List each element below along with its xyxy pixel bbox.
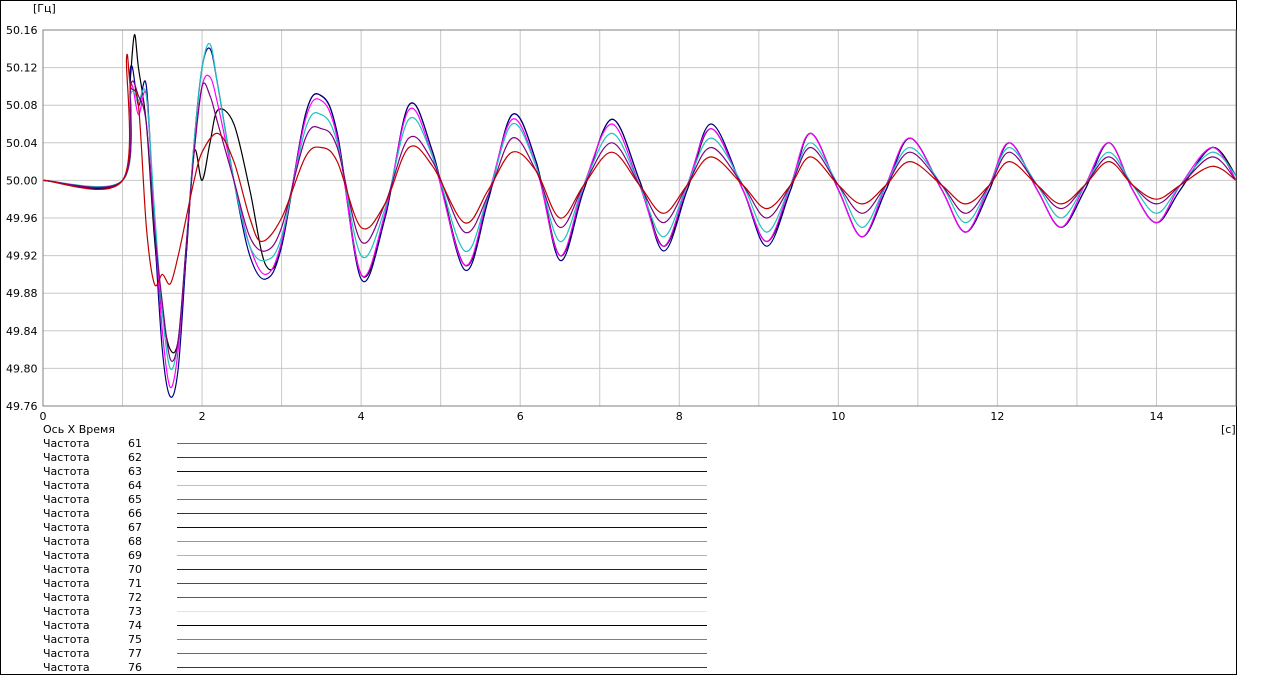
x-tick-label: 10 xyxy=(831,410,845,423)
legend-label: Частота xyxy=(43,521,90,534)
legend-swatch xyxy=(177,457,707,458)
x-axis-title: Ось X Время xyxy=(43,423,115,436)
legend-item: Частота 74 xyxy=(43,619,723,633)
legend-item: Частота 68 xyxy=(43,535,723,549)
legend-item: Частота 61 xyxy=(43,437,723,451)
legend-swatch xyxy=(177,485,707,486)
legend-swatch xyxy=(177,611,707,612)
y-tick-label: 50.04 xyxy=(6,137,38,150)
legend-label: Частота xyxy=(43,577,90,590)
legend-item: Частота 69 xyxy=(43,549,723,563)
legend-number: 64 xyxy=(128,479,142,492)
x-tick-label: 2 xyxy=(199,410,206,423)
legend-label: Частота xyxy=(43,661,90,674)
legend-swatch xyxy=(177,639,707,640)
legend-label: Частота xyxy=(43,437,90,450)
legend-item: Частота 75 xyxy=(43,633,723,647)
legend-number: 73 xyxy=(128,605,142,618)
legend-swatch xyxy=(177,471,707,472)
legend-swatch xyxy=(177,583,707,584)
legend-label: Частота xyxy=(43,479,90,492)
legend-item: Частота 66 xyxy=(43,507,723,521)
legend-label: Частота xyxy=(43,535,90,548)
legend-item: Частота 76 xyxy=(43,661,723,675)
legend-item: Частота 62 xyxy=(43,451,723,465)
y-tick-label: 50.12 xyxy=(6,62,38,75)
legend: Частота 61 Частота 62 Частота 63 Частота 64 Част… xyxy=(43,437,723,675)
legend-label: Частота xyxy=(43,451,90,464)
x-tick-label: 8 xyxy=(676,410,683,423)
legend-label: Частота xyxy=(43,591,90,604)
x-tick-label: 14 xyxy=(1149,410,1163,423)
legend-swatch xyxy=(177,541,707,542)
legend-item: Частота 63 xyxy=(43,465,723,479)
legend-label: Частота xyxy=(43,507,90,520)
series-line xyxy=(42,47,1237,398)
legend-number: 71 xyxy=(128,577,142,590)
x-tick-label: 6 xyxy=(517,410,524,423)
legend-swatch xyxy=(177,625,707,626)
y-tick-label: 49.80 xyxy=(6,362,38,375)
y-tick-label: 49.96 xyxy=(6,212,38,225)
x-tick-label: 4 xyxy=(358,410,365,423)
y-tick-label: 49.84 xyxy=(6,325,38,338)
x-tick-label: 12 xyxy=(990,410,1004,423)
series-lines xyxy=(42,34,1237,398)
legend-swatch xyxy=(177,513,707,514)
legend-swatch xyxy=(177,527,707,528)
y-tick-label: 49.76 xyxy=(6,400,38,413)
legend-swatch xyxy=(177,443,707,444)
legend-label: Частота xyxy=(43,605,90,618)
legend-label: Частота xyxy=(43,647,90,660)
legend-item: Частота 64 xyxy=(43,479,723,493)
legend-number: 62 xyxy=(128,451,142,464)
legend-swatch xyxy=(177,555,707,556)
legend-number: 72 xyxy=(128,591,142,604)
legend-number: 77 xyxy=(128,647,142,660)
legend-item: Частота 77 xyxy=(43,647,723,661)
legend-number: 63 xyxy=(128,465,142,478)
x-axis-unit: [с] xyxy=(1221,423,1236,436)
legend-number: 70 xyxy=(128,563,142,576)
legend-label: Частота xyxy=(43,633,90,646)
legend-item: Частота 72 xyxy=(43,591,723,605)
series-line xyxy=(42,42,1237,370)
legend-number: 61 xyxy=(128,437,142,450)
legend-number: 66 xyxy=(128,507,142,520)
series-line xyxy=(42,74,1237,389)
legend-item: Частота 71 xyxy=(43,577,723,591)
legend-number: 67 xyxy=(128,521,142,534)
series-line xyxy=(42,34,1237,354)
legend-label: Частота xyxy=(43,465,90,478)
legend-swatch xyxy=(177,667,707,668)
legend-item: Частота 73 xyxy=(43,605,723,619)
x-tick-label: 0 xyxy=(40,410,47,423)
y-tick-label: 50.16 xyxy=(6,24,38,37)
legend-label: Частота xyxy=(43,619,90,632)
y-tick-label: 50.08 xyxy=(6,99,38,112)
legend-label: Частота xyxy=(43,563,90,576)
legend-number: 74 xyxy=(128,619,142,632)
legend-label: Частота xyxy=(43,549,90,562)
legend-number: 75 xyxy=(128,633,142,646)
legend-swatch xyxy=(177,569,707,570)
y-tick-label: 49.92 xyxy=(6,250,38,263)
y-axis-unit: [Гц] xyxy=(33,2,56,15)
legend-swatch xyxy=(177,597,707,598)
legend-number: 76 xyxy=(128,661,142,674)
legend-number: 65 xyxy=(128,493,142,506)
y-tick-label: 49.88 xyxy=(6,287,38,300)
legend-swatch xyxy=(177,653,707,654)
legend-number: 68 xyxy=(128,535,142,548)
grid xyxy=(43,30,1236,406)
series-line xyxy=(42,53,1237,287)
axis-ticks: 49.76 49.80 49.84 49.88 49.92 49.96 50.00 50.04… xyxy=(6,24,1163,423)
legend-swatch xyxy=(177,499,707,500)
legend-number: 69 xyxy=(128,549,142,562)
legend-item: Частота 65 xyxy=(43,493,723,507)
legend-item: Частота 67 xyxy=(43,521,723,535)
y-tick-label: 50.00 xyxy=(6,174,38,187)
legend-label: Частота xyxy=(43,493,90,506)
legend-item: Частота 70 xyxy=(43,563,723,577)
